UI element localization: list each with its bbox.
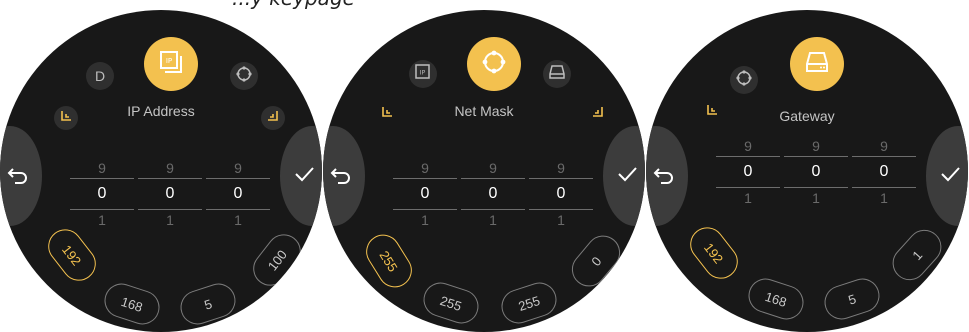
- octet-chip-2[interactable]: 168: [744, 274, 808, 324]
- watch-screen-net-mask: IP Net Mask 9 0 1 9 0 1 9 0 1 255 255 25…: [323, 10, 645, 332]
- tab-gateway[interactable]: [543, 60, 571, 88]
- gateway-icon: [547, 62, 567, 87]
- tab-net-mask[interactable]: [467, 37, 521, 91]
- tab-gateway[interactable]: [790, 37, 844, 91]
- picker-value: 0: [206, 178, 270, 210]
- picker-value: 0: [716, 156, 780, 188]
- svg-text:IP: IP: [420, 69, 426, 76]
- picker-prev: 9: [812, 138, 820, 154]
- octet-picker-1[interactable]: 9 0 1: [716, 136, 780, 208]
- picker-prev: 9: [489, 160, 497, 176]
- picker-value: 0: [784, 156, 848, 188]
- octet-picker-1[interactable]: 9 0 1: [393, 158, 457, 230]
- watch-screen-ip-address: D IP IP Address 9 0 1 9 0 1 9 0 1 192 16…: [0, 10, 322, 332]
- picker-next: 1: [744, 190, 752, 206]
- confirm-button[interactable]: [603, 126, 645, 226]
- tab-net-mask[interactable]: [230, 62, 258, 90]
- octet-chip-3[interactable]: 255: [497, 278, 561, 328]
- ip-icon: IP: [157, 48, 185, 81]
- tab-ip-address[interactable]: IP: [144, 37, 198, 91]
- picker-next: 1: [166, 212, 174, 228]
- picker-value: 0: [461, 178, 525, 210]
- picker-value: 0: [70, 178, 134, 210]
- octet-picker-2[interactable]: 9 0 1: [461, 158, 525, 230]
- back-icon: [330, 163, 352, 190]
- octet-chip-2[interactable]: 168: [100, 279, 164, 329]
- back-button[interactable]: [0, 126, 42, 226]
- picker-next: 1: [880, 190, 888, 206]
- screen-title: Net Mask: [454, 103, 514, 119]
- tab-d[interactable]: D: [86, 62, 114, 90]
- picker-prev: 9: [234, 160, 242, 176]
- picker-value: 0: [852, 156, 916, 188]
- network-icon: [734, 68, 754, 93]
- octet-picker-2[interactable]: 9 0 1: [138, 158, 202, 230]
- octet-chip-4[interactable]: 100: [246, 227, 308, 293]
- octet-chip-1[interactable]: 192: [683, 220, 745, 286]
- gateway-icon: [802, 47, 832, 82]
- picker-prev: 9: [744, 138, 752, 154]
- back-button[interactable]: [323, 126, 365, 226]
- back-icon: [653, 163, 675, 190]
- picker-next: 1: [421, 212, 429, 228]
- network-icon: [234, 64, 254, 89]
- picker-value: 0: [529, 178, 593, 210]
- ip-icon: IP: [413, 62, 433, 87]
- screen-title: IP Address: [127, 103, 195, 119]
- picker-next: 1: [98, 212, 106, 228]
- octet-chip-2[interactable]: 255: [419, 278, 483, 328]
- picker-value: 0: [138, 178, 202, 210]
- picker-next: 1: [812, 190, 820, 206]
- octet-picker-3[interactable]: 9 0 1: [529, 158, 593, 230]
- octet-chip-3[interactable]: 5: [820, 274, 884, 324]
- tab-d-label: D: [94, 68, 106, 84]
- picker-prev: 9: [880, 138, 888, 154]
- back-icon: [7, 163, 29, 190]
- octet-picker-2[interactable]: 9 0 1: [784, 136, 848, 208]
- confirm-icon: [939, 163, 961, 190]
- picker-next: 1: [489, 212, 497, 228]
- watch-screen-gateway: Gateway 9 0 1 9 0 1 9 0 1 192 168 5 1: [646, 10, 968, 332]
- screen-title: Gateway: [779, 108, 835, 124]
- tab-ip-address[interactable]: IP: [409, 60, 437, 88]
- picker-prev: 9: [421, 160, 429, 176]
- octet-chip-4[interactable]: 0: [564, 228, 628, 294]
- octet-chip-1[interactable]: 255: [359, 228, 419, 294]
- picker-next: 1: [234, 212, 242, 228]
- octet-chip-3[interactable]: 5: [176, 279, 240, 329]
- network-icon: [479, 47, 509, 82]
- picker-prev: 9: [98, 160, 106, 176]
- octet-chip-1[interactable]: 192: [41, 222, 103, 288]
- confirm-icon: [616, 163, 638, 190]
- confirm-icon: [293, 163, 315, 190]
- back-button[interactable]: [646, 126, 688, 226]
- picker-next: 1: [557, 212, 565, 228]
- picker-prev: 9: [557, 160, 565, 176]
- octet-picker-3[interactable]: 9 0 1: [206, 158, 270, 230]
- octet-picker-1[interactable]: 9 0 1: [70, 158, 134, 230]
- picker-prev: 9: [166, 160, 174, 176]
- octet-chip-4[interactable]: 1: [885, 222, 949, 288]
- octet-picker-3[interactable]: 9 0 1: [852, 136, 916, 208]
- tab-net-mask[interactable]: [730, 66, 758, 94]
- svg-text:IP: IP: [166, 57, 172, 65]
- confirm-button[interactable]: [280, 126, 322, 226]
- confirm-button[interactable]: [926, 126, 968, 226]
- picker-value: 0: [393, 178, 457, 210]
